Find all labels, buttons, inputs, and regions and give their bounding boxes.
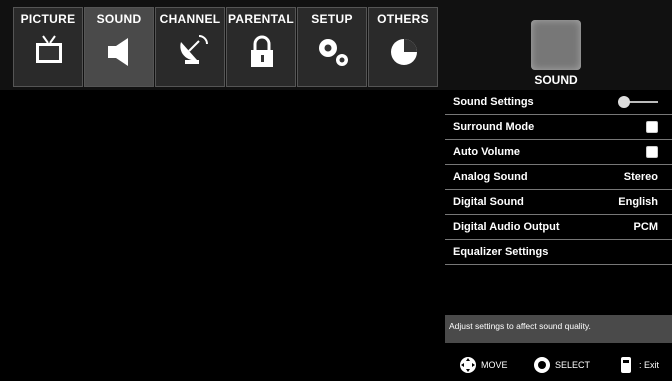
tab-parental-label: PARENTAL bbox=[228, 12, 294, 26]
tab-others[interactable]: OTHERS bbox=[368, 7, 438, 87]
hint-exit-label: : Exit bbox=[639, 360, 660, 370]
footer-hints: MOVE SELECT : Exit bbox=[445, 352, 672, 380]
menu-item-label: Surround Mode bbox=[453, 121, 535, 133]
tab-parental[interactable]: PARENTAL bbox=[226, 7, 296, 87]
hint-exit: : Exit bbox=[617, 356, 659, 374]
menu-item-label: Auto Volume bbox=[453, 146, 521, 158]
sound-settings-slider[interactable] bbox=[618, 96, 658, 108]
hint-move: MOVE bbox=[459, 356, 508, 374]
hint-move-label: MOVE bbox=[481, 360, 508, 370]
menu-item-value: English bbox=[618, 196, 658, 208]
tab-sound[interactable]: SOUND bbox=[84, 7, 154, 87]
surround-mode-checkbox[interactable] bbox=[646, 121, 658, 133]
pie-chart-icon bbox=[391, 39, 417, 65]
hint-select-label: SELECT bbox=[555, 360, 591, 370]
menu-item-label: Digital Audio Output bbox=[453, 221, 560, 233]
section-title: SOUND bbox=[534, 73, 578, 87]
menu-item-value: PCM bbox=[633, 221, 658, 233]
slider-knob[interactable] bbox=[618, 96, 630, 108]
tab-sound-label: SOUND bbox=[96, 12, 142, 26]
menu-item-value: Stereo bbox=[623, 171, 658, 183]
tab-others-label: OTHERS bbox=[377, 12, 429, 26]
auto-volume-checkbox[interactable] bbox=[646, 146, 658, 158]
dpad-icon bbox=[460, 357, 476, 373]
menu-item-digital-sound[interactable]: Digital Sound English bbox=[445, 190, 672, 215]
menu-item-analog-sound[interactable]: Analog Sound Stereo bbox=[445, 165, 672, 190]
menu-item-label: Sound Settings bbox=[453, 96, 534, 108]
menu-item-equalizer-settings[interactable]: Equalizer Settings bbox=[445, 240, 672, 265]
select-button-icon bbox=[534, 357, 550, 373]
tab-bar: PICTURE SOUND CHANNEL PARENTAL SETUP OTH… bbox=[0, 0, 672, 90]
sound-panel-icon bbox=[531, 20, 581, 70]
menu-item-surround-mode[interactable]: Surround Mode bbox=[445, 115, 672, 140]
tab-channel[interactable]: CHANNEL bbox=[155, 7, 225, 87]
tab-picture-label: PICTURE bbox=[20, 12, 76, 26]
remote-exit-icon bbox=[621, 357, 631, 373]
menu-item-label: Digital Sound bbox=[453, 196, 524, 208]
tab-channel-label: CHANNEL bbox=[159, 12, 221, 26]
hint-select: SELECT bbox=[533, 356, 590, 374]
tab-setup-label: SETUP bbox=[311, 12, 353, 26]
menu-item-label: Equalizer Settings bbox=[453, 246, 549, 258]
gears-icon bbox=[319, 39, 348, 66]
tv-icon bbox=[36, 35, 62, 63]
menu-item-auto-volume[interactable]: Auto Volume bbox=[445, 140, 672, 165]
menu-item-sound-settings[interactable]: Sound Settings bbox=[445, 90, 672, 115]
lock-icon bbox=[251, 35, 273, 67]
help-text-box: Adjust settings to affect sound quality. bbox=[445, 315, 672, 343]
menu-item-label: Analog Sound bbox=[453, 171, 528, 183]
help-text: Adjust settings to affect sound quality. bbox=[449, 321, 591, 331]
satellite-dish-icon bbox=[180, 35, 208, 64]
sound-menu: Sound Settings Surround Mode Auto Volume… bbox=[445, 90, 672, 265]
speaker-icon bbox=[108, 38, 128, 66]
tab-setup[interactable]: SETUP bbox=[297, 7, 367, 87]
tab-picture[interactable]: PICTURE bbox=[13, 7, 83, 87]
menu-item-digital-audio-output[interactable]: Digital Audio Output PCM bbox=[445, 215, 672, 240]
